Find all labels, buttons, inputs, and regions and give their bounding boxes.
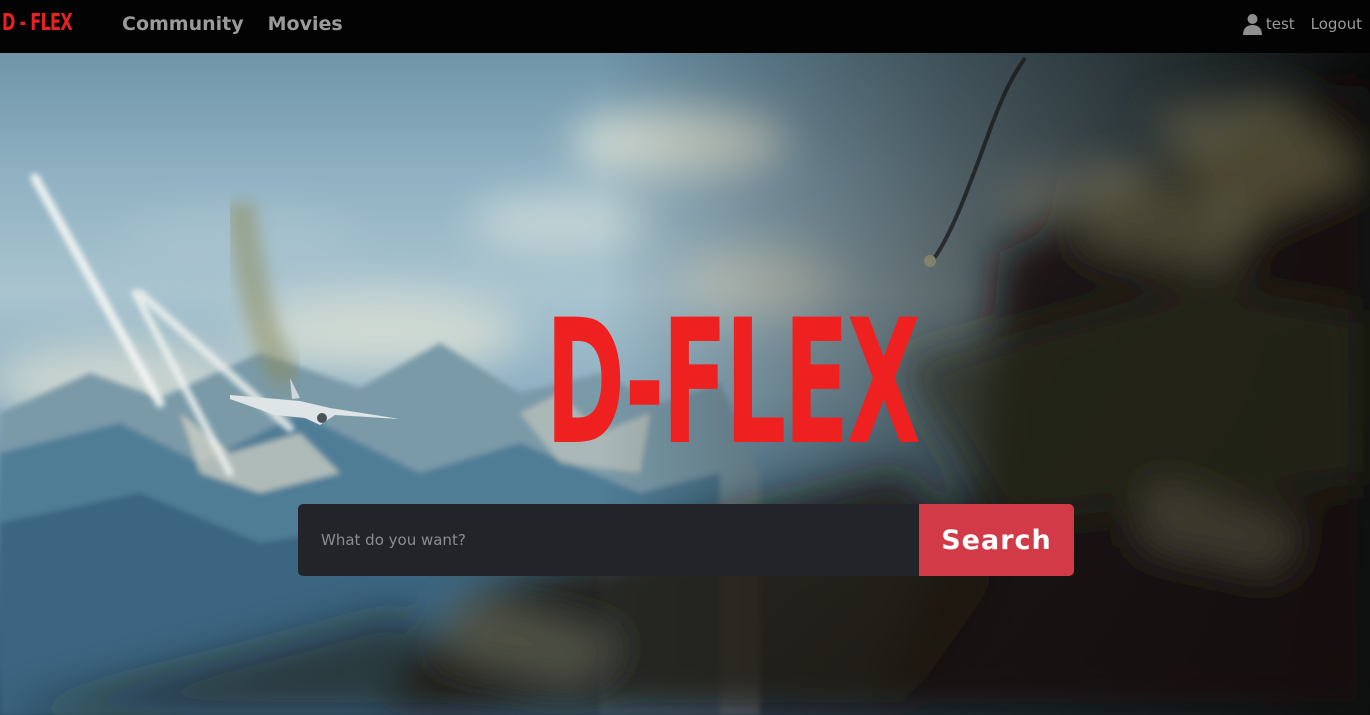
page: D - FLEX Community Movies test Logout D-…	[0, 0, 1370, 715]
brand-logo-link[interactable]: D - FLEX	[2, 8, 73, 38]
user-profile-link[interactable]: test	[1242, 12, 1295, 36]
logout-link[interactable]: Logout	[1311, 12, 1362, 36]
search-input[interactable]	[298, 504, 919, 576]
user-icon	[1242, 13, 1262, 35]
hero-section: D-FLEX Search	[0, 53, 1370, 715]
search-button[interactable]: Search	[919, 504, 1074, 576]
nav-link-community[interactable]: Community	[122, 10, 244, 38]
search-form: Search	[298, 504, 1074, 576]
nav-link-movies[interactable]: Movies	[268, 10, 343, 38]
nav-links: Community Movies	[122, 10, 343, 38]
hero-title: D-FLEX	[545, 282, 921, 483]
username-label: test	[1265, 15, 1295, 33]
nav-user-area: test Logout	[1242, 12, 1362, 36]
top-navbar: D - FLEX Community Movies test Logout	[0, 0, 1370, 53]
